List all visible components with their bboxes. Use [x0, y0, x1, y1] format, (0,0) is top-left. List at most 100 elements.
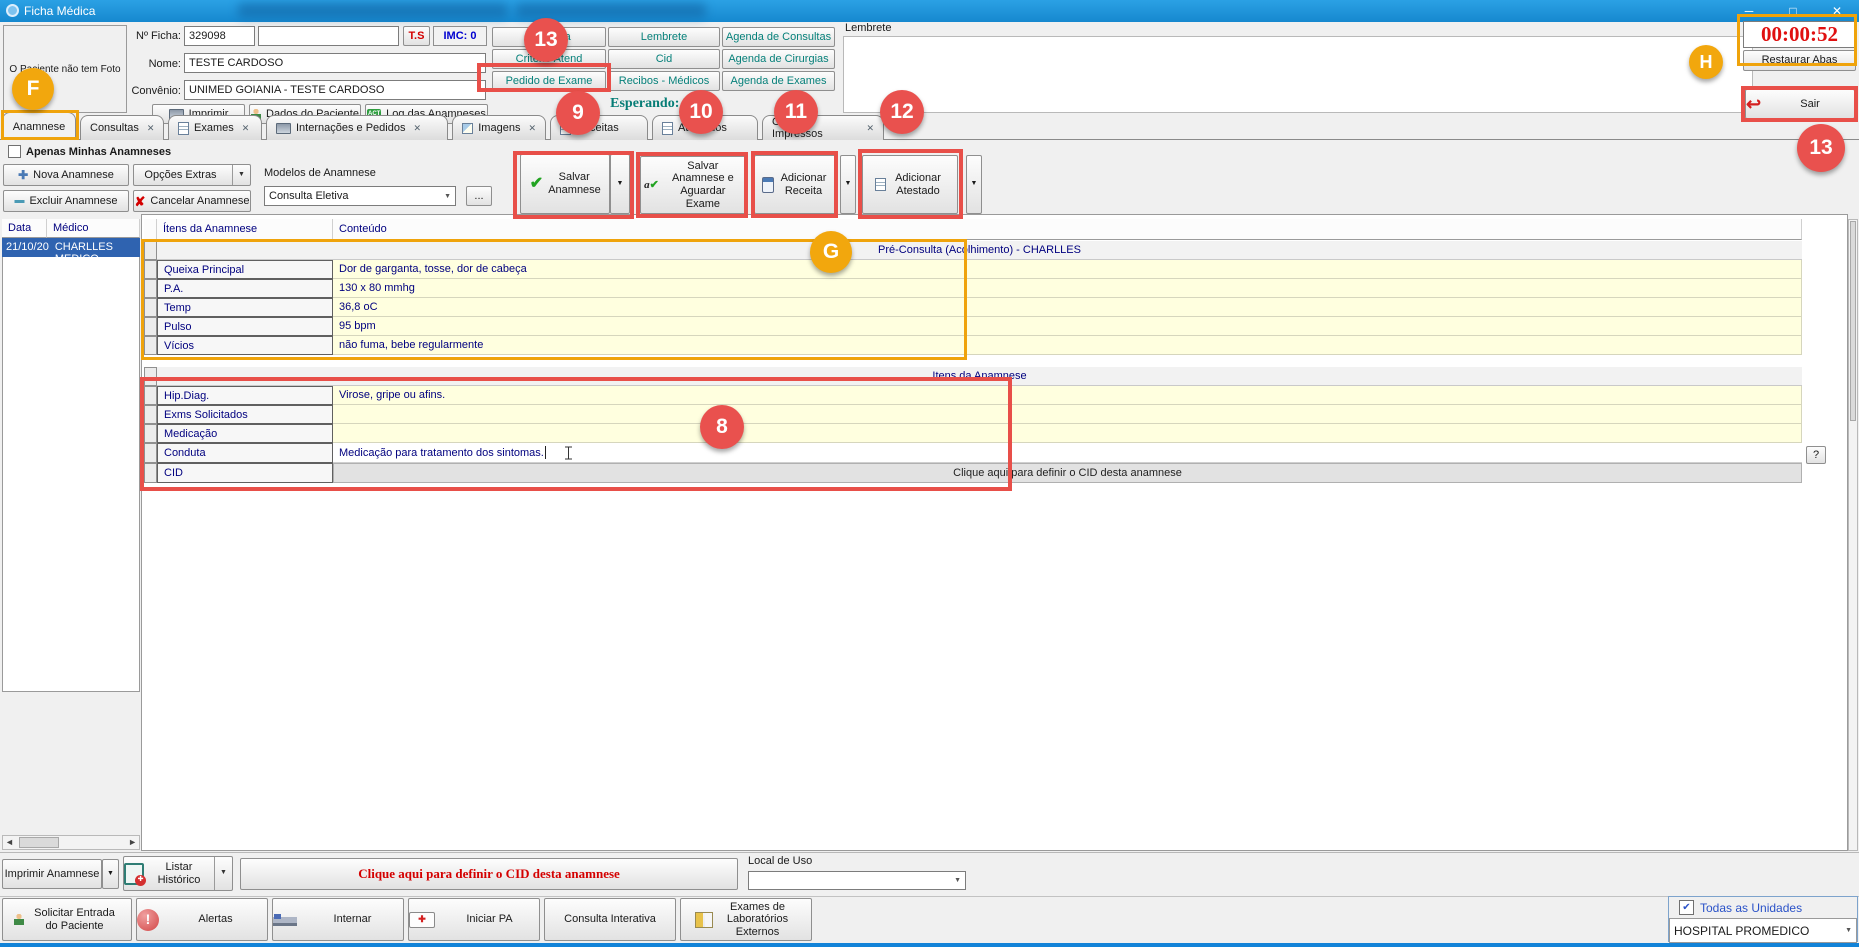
imprimir-anamnese-button[interactable]: Imprimir Anamnese [2, 859, 102, 889]
nome-input[interactable]: TESTE CARDOSO [184, 53, 486, 73]
unidade-select[interactable]: HOSPITAL PROMEDICO ▼ [1669, 918, 1857, 943]
opcoes-extras-button[interactable]: Opções Extras▼ [133, 164, 251, 186]
conduta-edit-field[interactable]: Medicação para tratamento dos sintomas. [333, 443, 1802, 463]
scroll-right-icon[interactable]: ► [128, 837, 137, 847]
item-content[interactable] [333, 405, 1802, 424]
maximize-button[interactable]: □ [1771, 0, 1815, 22]
item-content[interactable]: Virose, gripe ou afins. [333, 386, 1802, 405]
salvar-anamnese-dropdown[interactable]: ▼ [610, 154, 630, 214]
item-content[interactable]: Dor de garganta, tosse, dor de cabeça [333, 260, 1802, 279]
row-gutter[interactable] [144, 386, 157, 405]
row-gutter[interactable] [144, 443, 157, 463]
chevron-down-icon[interactable]: ▼ [1845, 927, 1852, 934]
scrollbar-thumb[interactable] [19, 837, 59, 848]
definir-cid-button[interactable]: Clique aqui para definir o CID desta ana… [240, 858, 738, 890]
agenda-de-consultas-button[interactable]: Agenda de Consultas [722, 27, 835, 47]
adicionar-atestado-button[interactable]: Adicionar Atestado [862, 155, 958, 214]
imprimir-anamnese-dropdown[interactable]: ▼ [102, 859, 119, 889]
row-gutter[interactable] [144, 424, 157, 443]
row-gutter[interactable] [144, 279, 157, 298]
history-horizontal-scrollbar[interactable]: ◄ ► [2, 835, 140, 850]
row-gutter[interactable] [144, 298, 157, 317]
grid-vertical-scrollbar[interactable] [1848, 219, 1858, 851]
tab-close-icon[interactable]: ✕ [242, 123, 250, 134]
ficha-input[interactable]: 329098 [184, 26, 255, 46]
consulta-interativa-button[interactable]: Consulta Interativa [544, 898, 676, 941]
apenas-minhas-anamneses-checkbox[interactable] [8, 145, 21, 158]
item-label[interactable]: Hip.Diag. [157, 386, 333, 405]
row-gutter[interactable] [144, 463, 157, 483]
restaurar-abas-button[interactable]: Restaurar Abas [1743, 50, 1856, 71]
item-label[interactable]: Conduta [157, 443, 333, 463]
close-button[interactable]: ✕ [1815, 0, 1859, 22]
alertas-button[interactable]: ! Alertas [136, 898, 268, 941]
chevron-down-icon[interactable]: ▼ [954, 877, 961, 884]
cid-define-row[interactable]: Clique aqui para definir o CID desta ana… [333, 463, 1802, 483]
item-label[interactable]: Queixa Principal [157, 260, 333, 279]
chevron-down-icon[interactable]: ▼ [232, 165, 250, 185]
modelo-more-button[interactable]: ... [466, 186, 492, 206]
todas-as-unidades-checkbox[interactable]: ✔ [1679, 900, 1694, 915]
item-content[interactable]: 36,8 oC [333, 298, 1802, 317]
tab-consultas[interactable]: Consultas✕ [80, 115, 164, 140]
help-button[interactable]: ? [1806, 446, 1826, 464]
scroll-left-icon[interactable]: ◄ [5, 837, 14, 847]
item-label[interactable]: CID [157, 463, 333, 483]
chevron-down-icon[interactable]: ▼ [444, 193, 451, 200]
agenda-de-cirurgias-button[interactable]: Agenda de Cirurgias [722, 49, 835, 69]
chevron-down-icon[interactable]: ▼ [214, 857, 232, 890]
adicionar-atestado-dropdown[interactable]: ▼ [966, 155, 982, 214]
tab-exames[interactable]: Exames✕ [168, 115, 262, 140]
item-content[interactable]: 95 bpm [333, 317, 1802, 336]
ficha-secondary-input[interactable] [258, 26, 399, 46]
row-gutter[interactable] [144, 241, 157, 260]
tab-close-icon[interactable]: ✕ [413, 123, 421, 134]
item-label[interactable]: Vícios [157, 336, 333, 355]
minimize-button[interactable]: ─ [1727, 0, 1771, 22]
item-label[interactable]: Pulso [157, 317, 333, 336]
tab-imagens[interactable]: Imagens✕ [452, 115, 546, 140]
exames-laboratorios-externos-button[interactable]: Exames de Laboratórios Externos [680, 898, 812, 941]
agenda-de-exames-button[interactable]: Agenda de Exames [722, 71, 835, 91]
excluir-anamnese-button[interactable]: ▬Excluir Anamnese [3, 190, 129, 212]
nova-anamnese-button[interactable]: ✚Nova Anamnese [3, 164, 129, 186]
local-de-uso-select[interactable]: ▼ [748, 871, 966, 890]
recibos-medicos-button[interactable]: Recibos - Médicos [608, 71, 720, 91]
item-label[interactable]: Temp [157, 298, 333, 317]
row-gutter[interactable] [144, 317, 157, 336]
listar-historico-button[interactable]: Listar Histórico ▼ [123, 856, 233, 891]
modelo-anamnese-select[interactable]: Consulta Eletiva▼ [264, 186, 456, 206]
adicionar-receita-dropdown[interactable]: ▼ [840, 155, 856, 214]
history-row-selected[interactable]: 21/10/20 CHARLLES MEDICO [2, 238, 140, 257]
lembrete-button[interactable]: Lembrete [608, 27, 720, 47]
anamnese-history-list[interactable] [2, 219, 140, 692]
ts-button[interactable]: T.S [403, 26, 430, 46]
row-gutter[interactable] [144, 336, 157, 355]
salvar-anamnese-button[interactable]: ✔ Salvar Anamnese [520, 154, 610, 214]
adicionar-receita-button[interactable]: Adicionar Receita [754, 155, 836, 214]
item-content[interactable]: não fuma, bebe regularmente [333, 336, 1802, 355]
tab-internacoes-e-pedidos[interactable]: Internações e Pedidos✕ [266, 115, 448, 140]
scrollbar-thumb[interactable] [1850, 221, 1856, 421]
row-gutter[interactable] [144, 405, 157, 424]
cid-button[interactable]: Cid [608, 49, 720, 69]
tab-anamnese[interactable]: Anamnese [2, 112, 76, 140]
pedido-de-exame-button[interactable]: Pedido de Exame [492, 71, 606, 91]
cancelar-anamnese-button[interactable]: ✘Cancelar Anamnese [133, 190, 251, 212]
item-content[interactable] [333, 424, 1802, 443]
sair-button[interactable]: ↩ Sair [1745, 89, 1855, 119]
item-content[interactable]: 130 x 80 mmhg [333, 279, 1802, 298]
item-label[interactable]: Exms Solicitados [157, 405, 333, 424]
iniciar-pa-button[interactable]: ✚ Iniciar PA [408, 898, 540, 941]
tab-close-icon[interactable]: ✕ [147, 123, 155, 134]
item-label[interactable]: Medicação [157, 424, 333, 443]
tab-close-icon[interactable]: ✕ [528, 123, 536, 134]
row-gutter[interactable] [144, 367, 157, 386]
internar-button[interactable]: Internar [272, 898, 404, 941]
row-gutter[interactable] [144, 260, 157, 279]
tab-close-icon[interactable]: ✕ [866, 123, 874, 134]
item-label[interactable]: P.A. [157, 279, 333, 298]
solicitar-entrada-button[interactable]: Solicitar Entrada do Paciente [2, 898, 132, 941]
salvar-anamnese-aguardar-exame-button[interactable]: a✔ Salvar Anamnese e Aguardar Exame [640, 156, 746, 214]
convenio-input[interactable]: UNIMED GOIANIA - TESTE CARDOSO [184, 80, 486, 100]
